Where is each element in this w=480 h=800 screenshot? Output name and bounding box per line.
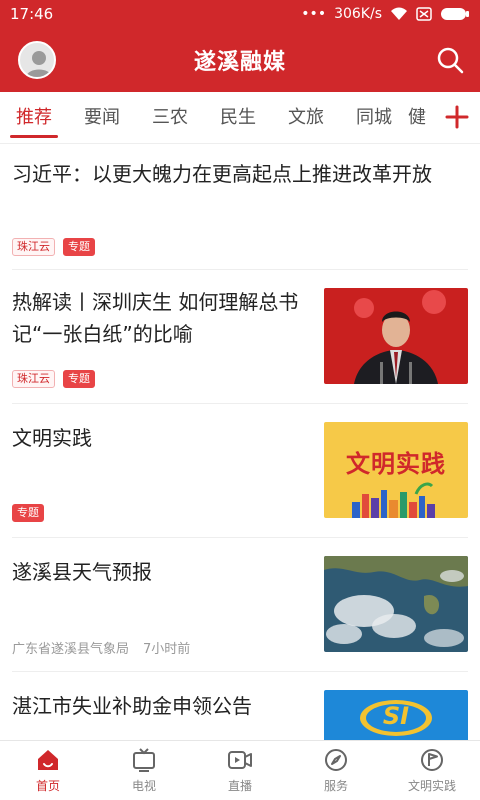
sim-icon: [416, 7, 432, 21]
status-time: 17:46: [10, 5, 54, 23]
news-thumbnail: SI: [324, 690, 468, 740]
tv-icon: [133, 748, 155, 772]
list-item[interactable]: 文明实践 专题 文明实践: [12, 404, 468, 538]
nav-label: 服务: [323, 779, 348, 793]
tab-headlines[interactable]: 要闻: [68, 92, 136, 144]
video-icon: [228, 751, 252, 769]
source-tag: 珠江云: [12, 370, 55, 388]
battery-icon: [441, 8, 469, 20]
nav-label: 直播: [227, 779, 252, 793]
news-source: 广东省遂溪县气象局: [12, 642, 130, 657]
topic-tag: 专题: [63, 238, 95, 256]
bottom-nav: 首页 电视 直播 服务 文明实践: [0, 740, 480, 800]
app-header: 遂溪融媒: [0, 28, 480, 92]
list-item[interactable]: 热解读丨深圳庆生 如何理解总书记“一张白纸”的比喻 珠江云 专题: [12, 270, 468, 404]
news-time: 7小时前: [143, 642, 191, 657]
news-headline: 习近平：以更大魄力在更高起点上推进改革开放: [12, 162, 432, 186]
app-title: 遂溪融媒: [193, 50, 286, 75]
news-headline: 遂溪县天气预报: [12, 560, 152, 584]
news-headline: 湛江市失业补助金申领公告: [12, 694, 252, 718]
news-headline: 文明实践: [12, 426, 92, 450]
nav-live[interactable]: 直播: [192, 741, 288, 800]
tab-health[interactable]: 健: [408, 92, 436, 144]
news-thumbnail: 文明实践: [324, 422, 468, 518]
nav-tv[interactable]: 电视: [96, 741, 192, 800]
topic-tag: 专题: [63, 370, 95, 388]
list-item[interactable]: 湛江市失业补助金申领公告 SI: [12, 672, 468, 740]
city-skyline-icon: [352, 482, 435, 518]
search-icon[interactable]: [436, 46, 464, 74]
news-headline: 热解读丨深圳庆生 如何理解总书记“一张白纸”的比喻: [12, 290, 299, 346]
user-icon: [26, 51, 52, 77]
nav-label: 文明实践: [407, 779, 456, 793]
nav-services[interactable]: 服务: [288, 741, 384, 800]
nav-home[interactable]: 首页: [0, 741, 96, 800]
channel-tabs: 推荐 要闻 三农 民生 文旅 同城 健: [0, 92, 480, 144]
wifi-icon: [391, 7, 407, 20]
source-tag: 珠江云: [12, 238, 55, 256]
topic-tag: 专题: [12, 504, 44, 522]
news-thumbnail: [324, 288, 468, 384]
add-channel-icon[interactable]: [444, 104, 470, 130]
network-speed: 306K/s: [334, 6, 382, 22]
status-bar: 17:46 ••• 306K/s: [0, 0, 480, 28]
tab-culture-tourism[interactable]: 文旅: [272, 92, 340, 144]
news-thumbnail: [324, 556, 468, 652]
news-feed: 习近平：以更大魄力在更高起点上推进改革开放 珠江云 专题 热解读丨深圳庆生 如何…: [0, 144, 480, 740]
list-item[interactable]: 遂溪县天气预报 广东省遂溪县气象局 7小时前: [12, 538, 468, 672]
home-icon: [38, 750, 58, 770]
tab-local[interactable]: 同城: [340, 92, 408, 144]
avatar[interactable]: [18, 41, 56, 79]
nav-label: 电视: [131, 779, 156, 793]
logo-text: SI: [382, 702, 410, 730]
tab-livelihood[interactable]: 民生: [204, 92, 272, 144]
nav-civilization[interactable]: 文明实践: [384, 741, 480, 800]
list-item[interactable]: 习近平：以更大魄力在更高起点上推进改革开放 珠江云 专题: [12, 144, 468, 270]
tab-agriculture[interactable]: 三农: [136, 92, 204, 144]
nav-label: 首页: [35, 779, 60, 793]
flag-icon: [421, 749, 443, 771]
portrait-image: [324, 288, 468, 384]
compass-icon: [325, 749, 347, 771]
tab-recommend[interactable]: 推荐: [0, 92, 68, 144]
more-dots-icon: •••: [301, 6, 327, 22]
satellite-map-image: [324, 556, 468, 652]
